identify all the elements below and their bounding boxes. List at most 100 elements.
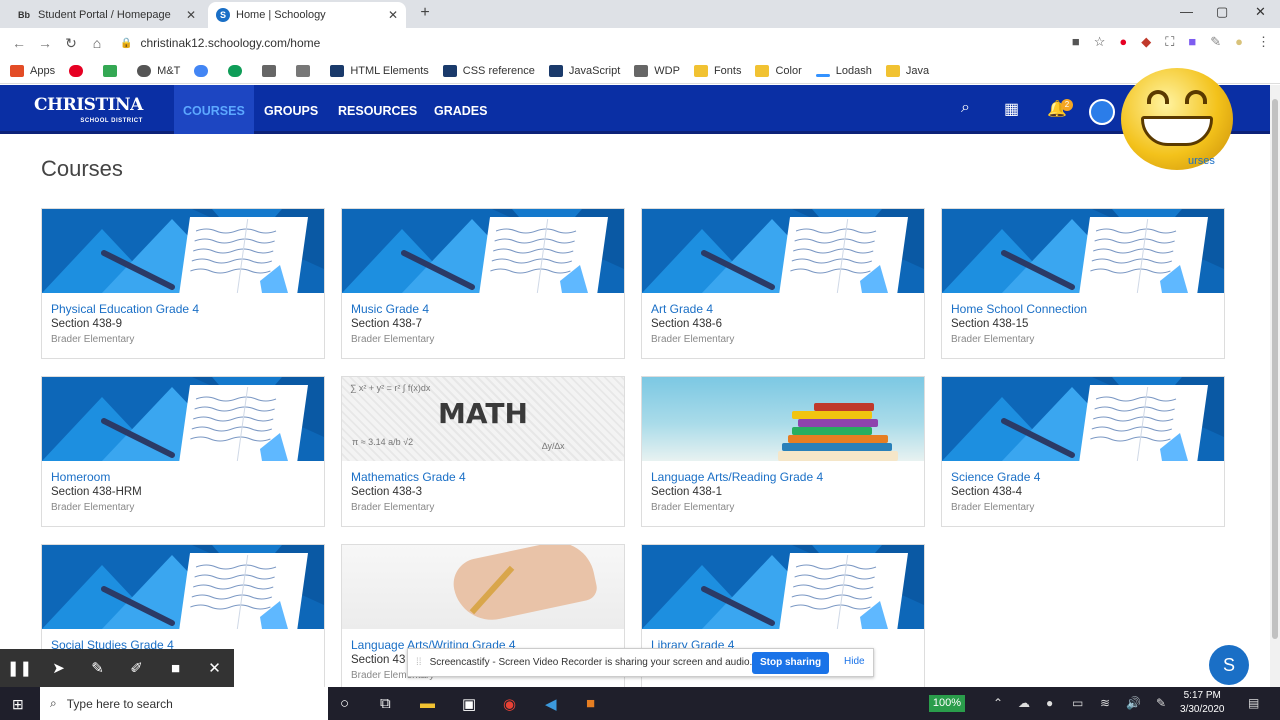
- pinterest-icon[interactable]: ●: [1119, 34, 1127, 50]
- course-thumbnail[interactable]: [942, 209, 1224, 293]
- avatar[interactable]: [1089, 99, 1115, 125]
- page-scrollbar[interactable]: [1270, 85, 1280, 687]
- new-tab-icon[interactable]: +: [416, 5, 434, 23]
- course-name-link[interactable]: Music Grade 4: [351, 302, 429, 316]
- course-thumbnail[interactable]: ∑ x² + y² = r² ∫ f(x)dx π ≈ 3.14 a/b √2 ∆y…: [342, 377, 624, 461]
- action-center-icon[interactable]: ▤: [1248, 696, 1259, 710]
- network-icon[interactable]: ☁: [1018, 696, 1030, 710]
- file-explorer-icon[interactable]: ▬: [420, 695, 435, 712]
- chrome-icon[interactable]: ◉: [503, 695, 516, 713]
- course-card[interactable]: Home School Connection Section 438-15 Brad…: [941, 208, 1225, 359]
- all-courses-link[interactable]: urses: [1188, 155, 1215, 167]
- minimize-icon[interactable]: —: [1180, 4, 1193, 19]
- course-card[interactable]: Music Grade 4 Section 438-7 Brader Element…: [341, 208, 625, 359]
- clock[interactable]: 5:17 PM 3/30/2020: [1180, 689, 1225, 717]
- nav-groups[interactable]: GROUPS: [255, 85, 327, 134]
- chevron-up-icon[interactable]: ⌃: [993, 696, 1003, 710]
- course-card[interactable]: Homeroom Section 438-HRM Brader Elementary: [41, 376, 325, 527]
- bookmark-apps[interactable]: Apps: [10, 64, 55, 77]
- camera-icon[interactable]: ■: [156, 660, 195, 677]
- browser-tab-student-portal[interactable]: Bb Student Portal / Homepage ✕: [8, 2, 204, 28]
- highlighter-icon[interactable]: ✐: [117, 659, 156, 677]
- vscode-icon[interactable]: ◀: [545, 695, 557, 713]
- profile-icon[interactable]: ●: [1235, 34, 1243, 50]
- battery-icon[interactable]: ▭: [1072, 696, 1083, 710]
- course-card[interactable]: ∑ x² + y² = r² ∫ f(x)dx π ≈ 3.14 a/b √2 ∆y…: [341, 376, 625, 527]
- bookmark-lodash[interactable]: Lodash: [815, 65, 872, 77]
- scrollbar-thumb[interactable]: [1272, 99, 1278, 639]
- reload-icon[interactable]: ↻: [58, 35, 84, 52]
- bookmark-mt[interactable]: M&T: [137, 64, 180, 77]
- menu-icon[interactable]: ⋮: [1257, 34, 1270, 50]
- microphone-icon[interactable]: ●: [1046, 696, 1053, 710]
- drag-handle-icon[interactable]: ⁞⁞: [416, 657, 422, 668]
- close-icon[interactable]: ✕: [195, 659, 234, 677]
- course-thumbnail[interactable]: [42, 377, 324, 461]
- help-button[interactable]: S: [1209, 645, 1249, 685]
- course-name-link[interactable]: Language Arts/Reading Grade 4: [651, 470, 823, 484]
- home-icon[interactable]: ⌂: [84, 35, 110, 51]
- course-thumbnail[interactable]: [642, 209, 924, 293]
- close-tab-icon[interactable]: ✕: [388, 8, 398, 22]
- taskbar-search-input[interactable]: ⌕ Type here to search: [40, 687, 328, 720]
- maximize-icon[interactable]: ▢: [1216, 4, 1228, 20]
- bookmark-google[interactable]: [194, 64, 214, 77]
- course-thumbnail[interactable]: [42, 209, 324, 293]
- course-card[interactable]: Art Grade 4 Section 438-6 Brader Elementar…: [641, 208, 925, 359]
- course-name-link[interactable]: Physical Education Grade 4: [51, 302, 199, 316]
- bookmark-color[interactable]: Color: [755, 64, 802, 77]
- district-logo[interactable]: CHRISTINA SCHOOL DISTRICT: [34, 97, 143, 129]
- store-icon[interactable]: ▣: [462, 695, 476, 713]
- bookmark-pinterest[interactable]: [69, 64, 89, 77]
- cortana-icon[interactable]: ○: [340, 695, 349, 712]
- bookmark-shield[interactable]: [228, 64, 248, 77]
- course-name-link[interactable]: Homeroom: [51, 470, 110, 484]
- bookmark-html-elements[interactable]: HTML Elements: [330, 64, 429, 77]
- wifi-icon[interactable]: ≋: [1100, 696, 1110, 710]
- course-thumbnail[interactable]: [342, 545, 624, 629]
- calendar-icon[interactable]: ▦: [1004, 99, 1019, 119]
- extension-icon[interactable]: ✎: [1210, 34, 1221, 50]
- stop-sharing-button[interactable]: Stop sharing: [752, 652, 830, 674]
- course-card[interactable]: Science Grade 4 Section 438-4 Brader Eleme…: [941, 376, 1225, 527]
- pen-icon[interactable]: ✎: [78, 659, 117, 677]
- course-card[interactable]: Physical Education Grade 4 Section 438-9 B…: [41, 208, 325, 359]
- bookmark-doc[interactable]: [296, 64, 316, 77]
- course-name-link[interactable]: Mathematics Grade 4: [351, 470, 466, 484]
- course-thumbnail[interactable]: [942, 377, 1224, 461]
- screenshot-icon[interactable]: ⛶: [1165, 34, 1174, 50]
- hide-button[interactable]: Hide: [844, 656, 865, 667]
- pause-icon[interactable]: ❚❚: [0, 659, 39, 677]
- course-name-link[interactable]: Art Grade 4: [651, 302, 713, 316]
- bookmark-javascript[interactable]: JavaScript: [548, 64, 620, 77]
- search-icon[interactable]: ⌕: [961, 99, 970, 117]
- forward-icon[interactable]: →: [32, 35, 58, 51]
- pen-workspace-icon[interactable]: ✎: [1156, 696, 1166, 710]
- nav-courses[interactable]: COURSES: [174, 85, 254, 134]
- bookmark-css-reference[interactable]: CSS reference: [442, 64, 535, 77]
- camera-icon[interactable]: ■: [1072, 34, 1080, 50]
- bookmark-java[interactable]: Java: [885, 64, 929, 77]
- extension-icon[interactable]: ■: [1188, 34, 1196, 50]
- course-thumbnail[interactable]: [42, 545, 324, 629]
- course-name-link[interactable]: Home School Connection: [951, 302, 1087, 316]
- course-thumbnail[interactable]: [642, 377, 924, 461]
- battery-level[interactable]: 100%: [929, 695, 965, 712]
- course-name-link[interactable]: Science Grade 4: [951, 470, 1040, 484]
- task-view-icon[interactable]: ⧉: [380, 695, 391, 712]
- course-thumbnail[interactable]: [342, 209, 624, 293]
- url-field[interactable]: 🔒 christinak12.schoology.com/home: [120, 36, 320, 50]
- back-icon[interactable]: ←: [6, 35, 32, 51]
- close-tab-icon[interactable]: ✕: [186, 8, 196, 22]
- course-thumbnail[interactable]: [642, 545, 924, 629]
- course-card[interactable]: Language Arts/Reading Grade 4 Section 438…: [641, 376, 925, 527]
- browser-tab-schoology[interactable]: S Home | Schoology ✕: [208, 2, 406, 28]
- extension-icon[interactable]: ◆: [1141, 34, 1151, 50]
- windows-start-icon[interactable]: ⊞: [12, 696, 24, 713]
- cursor-icon[interactable]: ➤: [39, 659, 78, 677]
- app-icon[interactable]: ■: [586, 695, 595, 712]
- bookmark-drive[interactable]: [103, 64, 123, 77]
- bookmark-person[interactable]: [262, 64, 282, 77]
- bookmark-fonts[interactable]: Fonts: [693, 64, 741, 77]
- close-window-icon[interactable]: ✕: [1255, 4, 1266, 20]
